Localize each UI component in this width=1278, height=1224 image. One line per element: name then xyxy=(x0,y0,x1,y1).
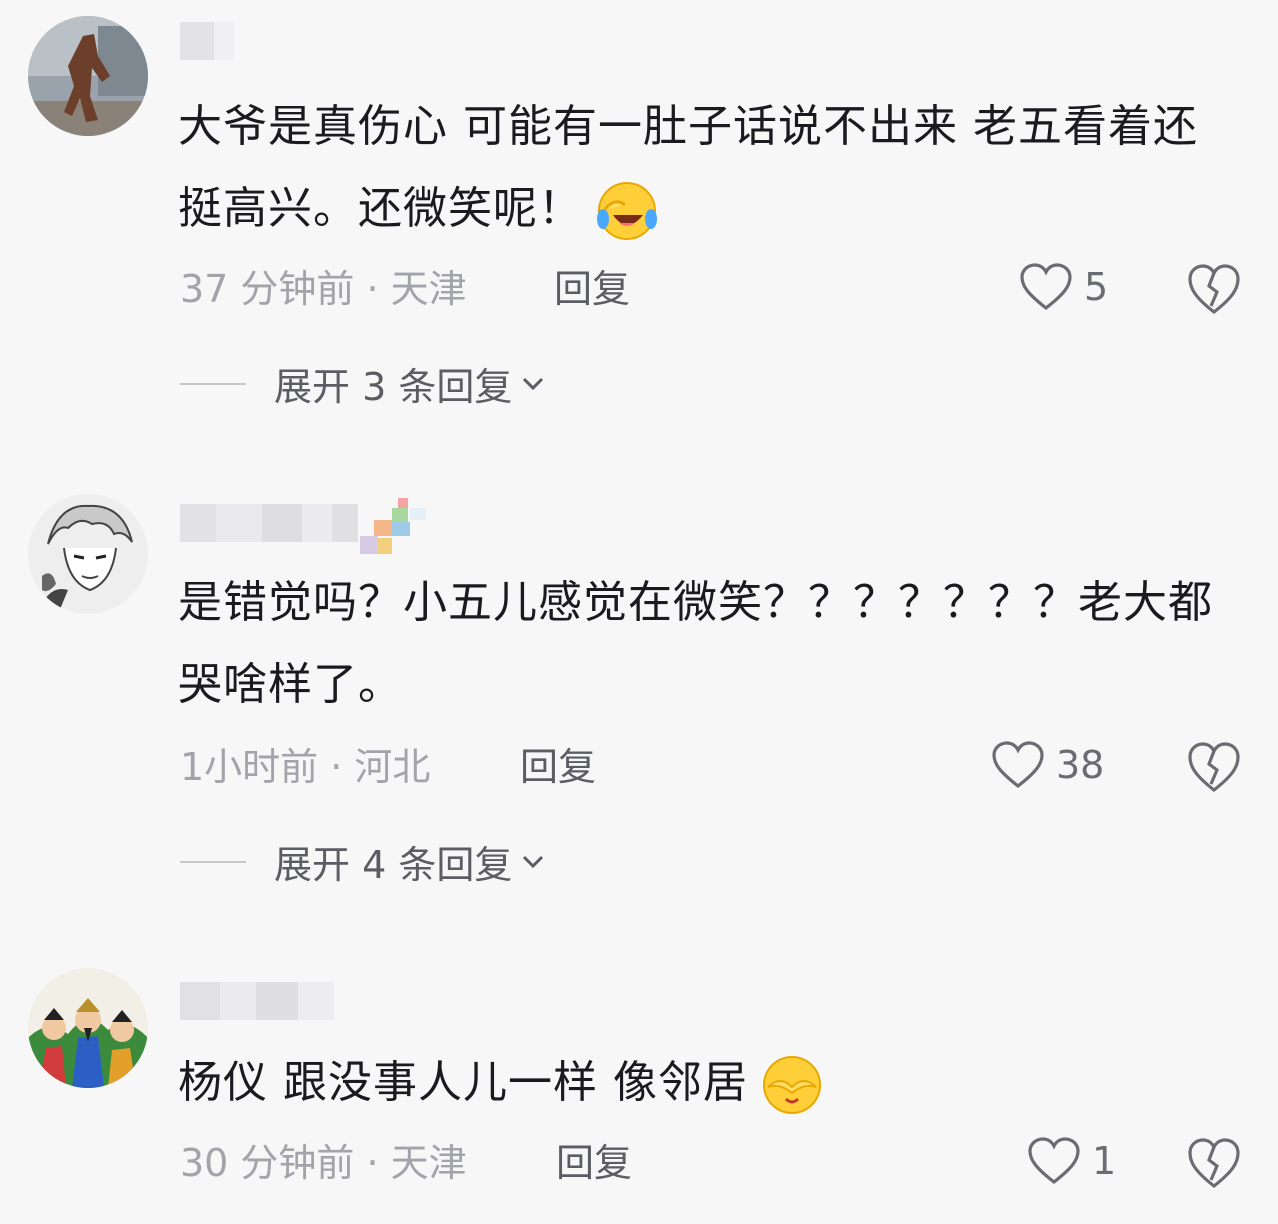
comment-time-location: 1小时前 · 河北 xyxy=(180,745,431,789)
avatar-opera-figures-icon xyxy=(28,968,148,1088)
reply-button[interactable]: 回复 xyxy=(554,266,630,312)
divider-line xyxy=(180,382,246,385)
comment-text: 大爷是真伤心 可能有一肚子话说不出来 老五看着还挺高兴。还微笑呢！ xyxy=(178,86,1238,250)
badge-icon xyxy=(360,498,426,554)
comment-text: 杨仪 跟没事人儿一样 像邻居 xyxy=(178,1042,1238,1124)
like-count: 1 xyxy=(1092,1139,1117,1183)
like-button[interactable]: 38 xyxy=(990,740,1104,790)
reply-button[interactable]: 回复 xyxy=(520,744,596,790)
blurred-username xyxy=(180,504,358,542)
divider-line xyxy=(180,860,246,863)
like-button[interactable]: 5 xyxy=(1018,262,1108,312)
like-count: 38 xyxy=(1056,743,1105,787)
avatar-anime-sketch-icon xyxy=(28,494,148,614)
reply-button[interactable]: 回复 xyxy=(556,1140,632,1186)
comment-item: 是错觉吗？小五儿感觉在微笑？？？？？？？老大都哭啥样了。 1小时前 · 河北 回… xyxy=(0,480,1278,920)
avatar-statue-photo-icon xyxy=(28,16,148,136)
like-count: 5 xyxy=(1084,265,1109,309)
laughing-tears-emoji-icon xyxy=(597,182,657,240)
user-avatar[interactable] xyxy=(28,16,148,136)
broken-heart-icon[interactable] xyxy=(1186,740,1242,794)
comment-time-location: 37 分钟前 · 天津 xyxy=(180,267,467,311)
covering-face-emoji-icon xyxy=(762,1056,821,1114)
comment-text: 是错觉吗？小五儿感觉在微笑？？？？？？？老大都哭啥样了。 xyxy=(178,577,1213,710)
expand-replies-label: 展开 3 条回复 xyxy=(274,365,513,409)
heart-outline-icon xyxy=(1020,263,1072,311)
comment-item: 大爷是真伤心 可能有一肚子话说不出来 老五看着还挺高兴。还微笑呢！ 37 分钟前… xyxy=(0,0,1278,440)
user-avatar[interactable] xyxy=(28,968,148,1088)
broken-heart-icon[interactable] xyxy=(1186,262,1242,316)
expand-replies-button[interactable]: 展开 4 条回复 xyxy=(180,834,546,889)
blurred-username xyxy=(180,22,234,60)
user-avatar[interactable] xyxy=(28,494,148,614)
heart-outline-icon xyxy=(992,741,1044,789)
chevron-down-icon xyxy=(523,377,544,390)
comment-time-location: 30 分钟前 · 天津 xyxy=(180,1141,467,1185)
heart-outline-icon xyxy=(1028,1137,1080,1185)
comment-item: 杨仪 跟没事人儿一样 像邻居 30 分钟前 · 天津 回复 1 xyxy=(0,960,1278,1224)
expand-replies-label: 展开 4 条回复 xyxy=(274,843,513,887)
expand-replies-button[interactable]: 展开 3 条回复 xyxy=(180,356,546,411)
like-button[interactable]: 1 xyxy=(1026,1136,1116,1186)
broken-heart-icon[interactable] xyxy=(1186,1136,1242,1190)
blurred-username xyxy=(180,982,334,1020)
chevron-down-icon xyxy=(523,855,544,868)
